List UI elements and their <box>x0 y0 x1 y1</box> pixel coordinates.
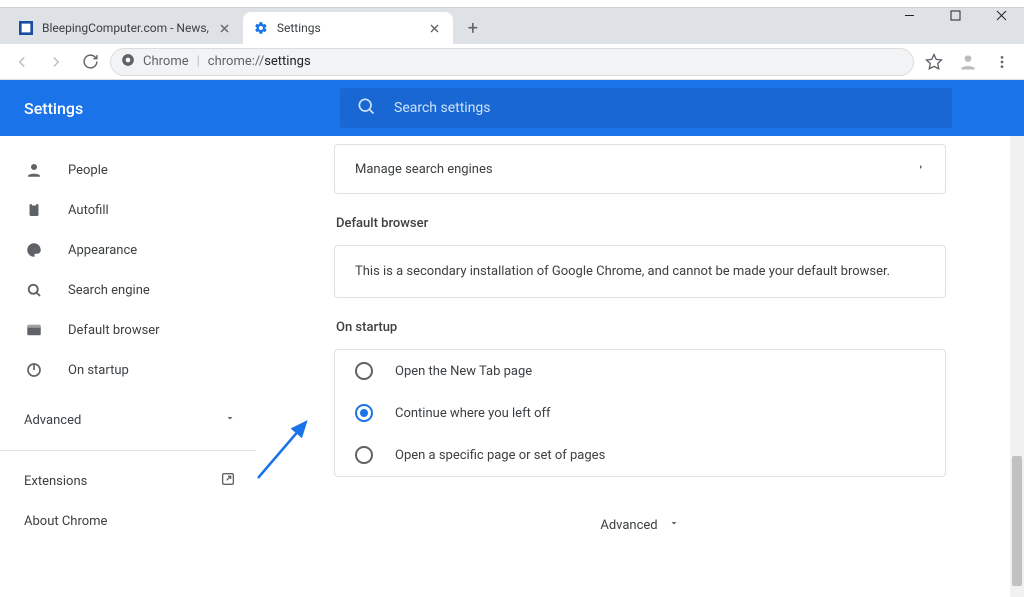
forward-button[interactable] <box>42 48 70 76</box>
sidebar-item-search-engine[interactable]: Search engine <box>0 270 256 310</box>
settings-search-box[interactable] <box>340 88 952 128</box>
sidebar-divider <box>0 450 256 451</box>
tab-bleepingcomputer[interactable]: BleepingComputer.com - News, <box>8 12 243 44</box>
tab-settings[interactable]: Settings <box>243 12 453 44</box>
settings-search-input[interactable] <box>394 100 936 116</box>
sidebar-item-autofill[interactable]: Autofill <box>0 190 256 230</box>
section-title-on-startup: On startup <box>336 320 946 335</box>
settings-header: Settings <box>0 80 1024 136</box>
settings-main-panel: Manage search engines Default browser Th… <box>256 136 1024 597</box>
chevron-right-icon <box>917 161 925 177</box>
card-manage-search-engines: Manage search engines <box>334 144 946 194</box>
manage-engines-label: Manage search engines <box>355 162 493 177</box>
radio-icon <box>355 446 373 464</box>
chrome-menu-button[interactable] <box>988 48 1016 76</box>
browser-icon <box>24 321 44 339</box>
chrome-page-icon <box>121 53 135 71</box>
startup-option-new-tab[interactable]: Open the New Tab page <box>335 350 945 392</box>
window-titlebar <box>0 0 1024 8</box>
card-default-browser: This is a secondary installation of Goog… <box>334 245 946 298</box>
sidebar-item-label: Search engine <box>68 283 150 298</box>
browser-toolbar: Chrome | chrome://settings <box>0 44 1024 80</box>
favicon-settings-gear-icon <box>253 20 269 36</box>
search-icon <box>356 96 376 120</box>
back-button[interactable] <box>8 48 36 76</box>
tab-close-button[interactable] <box>217 20 233 36</box>
sidebar-item-appearance[interactable]: Appearance <box>0 230 256 270</box>
about-label: About Chrome <box>24 514 107 529</box>
sidebar-item-label: People <box>68 163 108 178</box>
profile-avatar-icon[interactable] <box>954 48 982 76</box>
palette-icon <box>24 241 44 259</box>
sidebar-item-default-browser[interactable]: Default browser <box>0 310 256 350</box>
advanced-footer-label: Advanced <box>600 518 657 533</box>
advanced-label: Advanced <box>24 413 81 428</box>
default-browser-message: This is a secondary installation of Goog… <box>335 246 945 297</box>
card-on-startup: Open the New Tab page Continue where you… <box>334 349 946 477</box>
favicon-bleepingcomputer-icon <box>18 20 34 36</box>
tab-close-button[interactable] <box>427 20 443 36</box>
settings-sidebar: People Autofill Appearance Search engine… <box>0 136 256 597</box>
radio-selected-icon <box>355 404 373 422</box>
startup-option-specific-pages[interactable]: Open a specific page or set of pages <box>335 434 945 476</box>
row-manage-search-engines[interactable]: Manage search engines <box>335 145 945 193</box>
sidebar-item-label: On startup <box>68 363 129 378</box>
omnibox-url: chrome://settings <box>208 54 311 69</box>
sidebar-item-extensions[interactable]: Extensions <box>0 461 256 501</box>
tab-strip: BleepingComputer.com - News, Settings + <box>0 8 1024 44</box>
window-minimize-button[interactable] <box>886 0 932 30</box>
sidebar-item-about-chrome[interactable]: About Chrome <box>0 501 256 541</box>
search-icon <box>24 281 44 299</box>
scrollbar-track[interactable] <box>1010 136 1024 597</box>
omnibox-separator: | <box>197 54 200 69</box>
sidebar-advanced-toggle[interactable]: Advanced <box>0 400 256 440</box>
settings-title: Settings <box>24 99 268 118</box>
power-icon <box>24 361 44 379</box>
address-bar[interactable]: Chrome | chrome://settings <box>110 48 914 76</box>
person-icon <box>24 161 44 179</box>
chevron-down-icon <box>224 412 236 428</box>
startup-option-label: Continue where you left off <box>395 406 551 421</box>
open-external-icon <box>220 471 236 491</box>
omnibox-scheme-label: Chrome <box>143 54 189 69</box>
tab-title: BleepingComputer.com - News, <box>42 21 209 35</box>
startup-option-label: Open the New Tab page <box>395 364 532 379</box>
new-tab-button[interactable]: + <box>459 14 487 42</box>
reload-button[interactable] <box>76 48 104 76</box>
tab-title: Settings <box>277 21 419 35</box>
radio-icon <box>355 362 373 380</box>
window-close-button[interactable] <box>978 0 1024 30</box>
chevron-down-icon <box>668 517 680 533</box>
bookmark-star-icon[interactable] <box>920 48 948 76</box>
scrollbar-thumb[interactable] <box>1012 456 1022 586</box>
advanced-footer-toggle[interactable]: Advanced <box>334 517 946 533</box>
clipboard-icon <box>24 201 44 219</box>
sidebar-item-on-startup[interactable]: On startup <box>0 350 256 390</box>
startup-option-continue[interactable]: Continue where you left off <box>335 392 945 434</box>
extensions-label: Extensions <box>24 474 87 489</box>
window-maximize-button[interactable] <box>932 0 978 30</box>
sidebar-item-label: Appearance <box>68 243 137 258</box>
sidebar-item-people[interactable]: People <box>0 150 256 190</box>
sidebar-item-label: Default browser <box>68 323 160 338</box>
section-title-default-browser: Default browser <box>336 216 946 231</box>
startup-option-label: Open a specific page or set of pages <box>395 448 605 463</box>
sidebar-item-label: Autofill <box>68 203 109 218</box>
